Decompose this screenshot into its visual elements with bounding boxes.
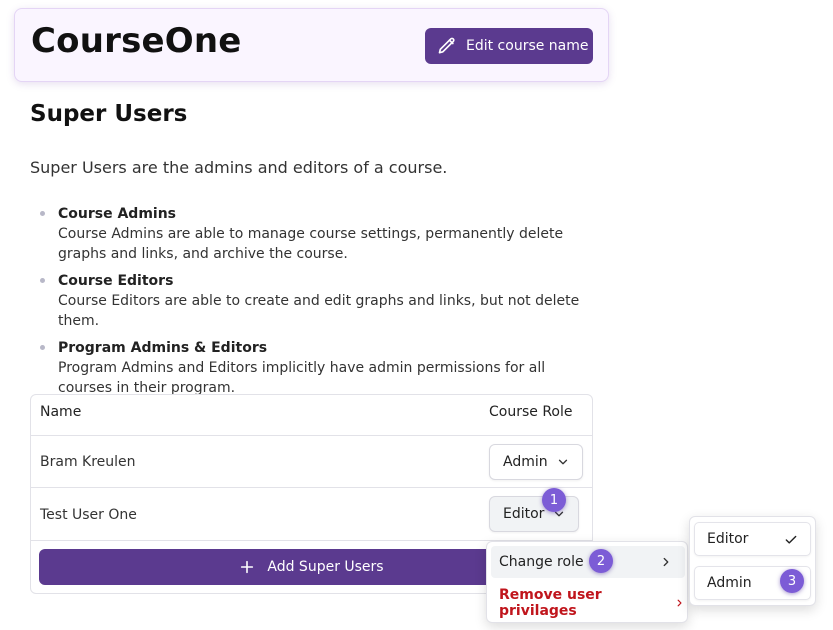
menu-item-remove-privileges[interactable]: Remove user privilages — [491, 587, 685, 619]
section-title: Super Users — [30, 101, 188, 127]
user-context-menu: Change role Remove user privilages — [486, 541, 688, 623]
course-header: CourseOne Edit course name — [14, 8, 609, 82]
role-description: Course Admins are able to manage course … — [58, 226, 564, 262]
user-name: Bram Kreulen — [40, 454, 136, 470]
role-select-value: Admin — [503, 454, 548, 470]
course-title: CourseOne — [31, 21, 242, 61]
pencil-icon — [438, 37, 455, 54]
row-divider — [31, 487, 592, 488]
check-icon — [785, 535, 797, 544]
row-divider — [31, 435, 592, 436]
step-badge-2: 2 — [589, 549, 613, 573]
role-description: Course Editors are able to create and ed… — [58, 293, 580, 329]
role-select-bram-kreulen[interactable]: Admin — [489, 444, 583, 480]
role-name: Course Editors — [58, 273, 174, 289]
change-role-label: Change role — [499, 554, 584, 570]
remove-privileges-label: Remove user privilages — [499, 587, 602, 619]
menu-item-change-role[interactable]: Change role — [491, 546, 685, 578]
chevron-right-icon — [677, 599, 682, 607]
role-item-course-editors: Course Editors Course Editors are able t… — [30, 271, 600, 331]
role-option-editor[interactable]: Editor — [694, 522, 811, 556]
edit-course-name-label: Edit course name — [466, 38, 589, 54]
chevron-down-icon — [558, 459, 567, 465]
role-item-program-admins: Program Admins & Editors Program Admins … — [30, 338, 600, 398]
column-header-course-role: Course Role — [489, 404, 573, 420]
role-submenu: Editor Admin — [689, 516, 816, 606]
role-option-label: Editor — [707, 531, 749, 547]
role-item-course-admins: Course Admins Course Admins are able to … — [30, 204, 600, 264]
role-name: Course Admins — [58, 206, 177, 222]
section-intro: Super Users are the admins and editors o… — [30, 158, 448, 177]
step-badge-3: 3 — [780, 569, 804, 593]
role-list: Course Admins Course Admins are able to … — [30, 204, 600, 405]
add-super-users-label: Add Super Users — [267, 559, 384, 575]
role-description: Program Admins and Editors implicitly ha… — [58, 360, 546, 396]
role-option-label: Admin — [707, 575, 752, 591]
edit-course-name-button[interactable]: Edit course name — [425, 28, 593, 64]
user-name: Test User One — [40, 507, 137, 523]
role-select-value: Editor — [503, 506, 545, 522]
step-badge-1: 1 — [542, 488, 566, 512]
chevron-right-icon — [663, 557, 669, 567]
column-header-name: Name — [40, 404, 82, 420]
plus-icon — [241, 560, 254, 574]
role-name: Program Admins & Editors — [58, 340, 268, 356]
